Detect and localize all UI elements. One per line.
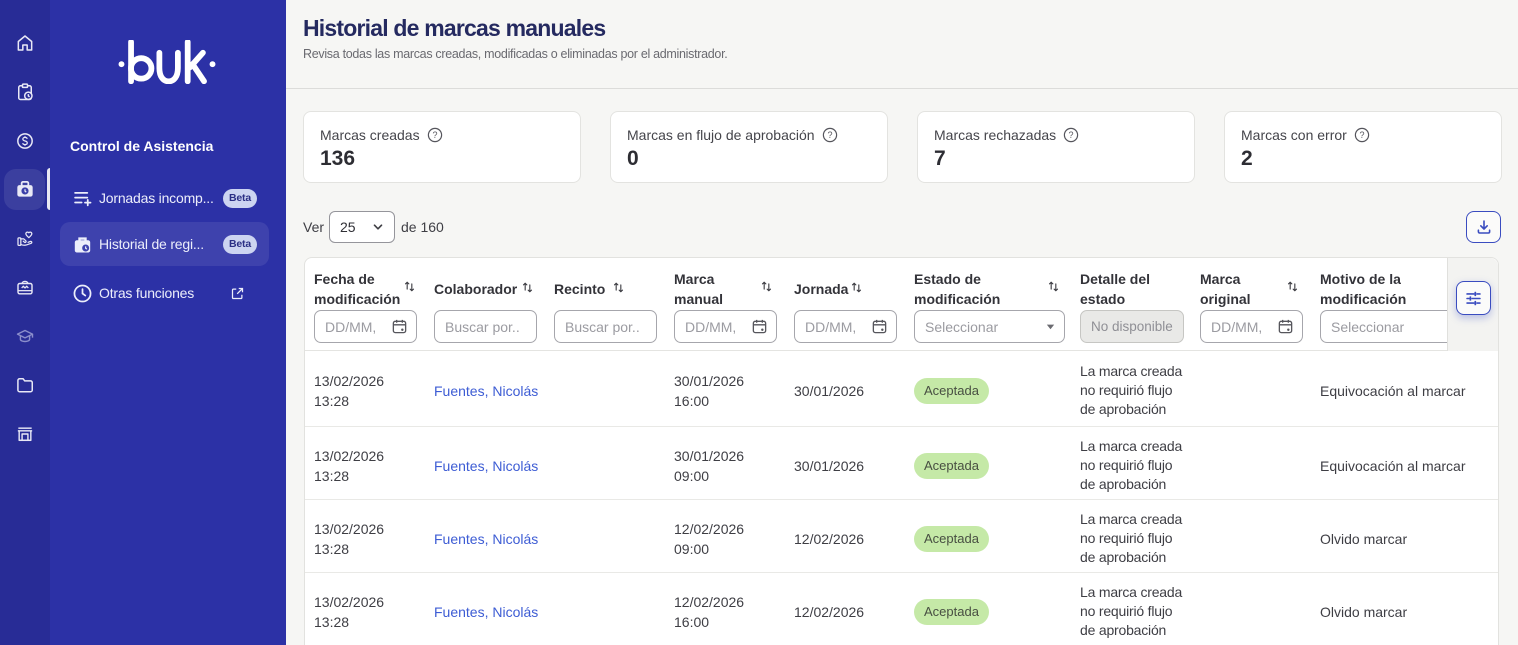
svg-text:?: ? [827, 130, 832, 140]
svg-text:?: ? [1359, 130, 1364, 140]
svg-text:?: ? [432, 130, 437, 140]
svg-text:?: ? [1069, 130, 1074, 140]
